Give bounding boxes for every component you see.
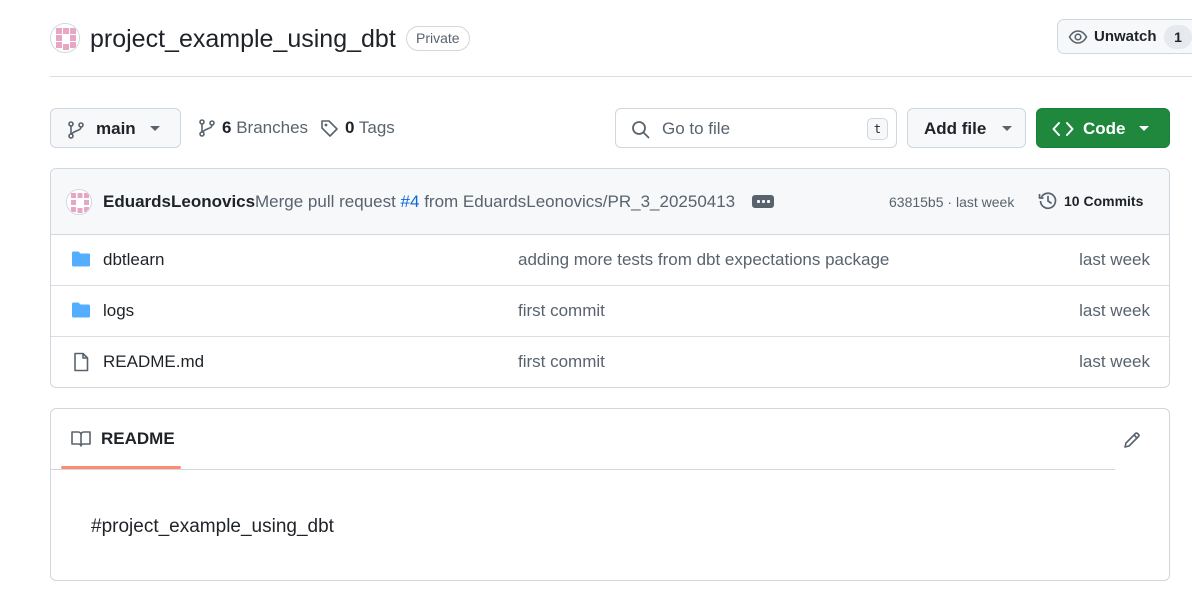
code-icon <box>1052 121 1074 137</box>
chevron-down-icon <box>1138 125 1150 133</box>
commit-author[interactable]: EduardsLeonovics <box>103 192 255 212</box>
tags-label: Tags <box>358 118 395 137</box>
readme-divider <box>51 469 1115 470</box>
code-label: Code <box>1083 119 1126 138</box>
repo-name[interactable]: project_example_using_dbt <box>90 23 396 55</box>
pull-request-link[interactable]: #4 <box>401 192 420 211</box>
pencil-icon[interactable] <box>1122 430 1142 450</box>
tags-link[interactable]: 0 Tags <box>320 118 395 138</box>
tags-count: 0 <box>345 118 355 137</box>
readme-tab-label: README <box>101 429 175 448</box>
eye-icon <box>1068 28 1088 46</box>
file-commit-time: last week <box>1079 301 1150 320</box>
file-name[interactable]: dbtlearn <box>103 250 164 270</box>
watch-count: 1 <box>1164 25 1192 49</box>
readme-panel: README #project_example_using_dbt <box>50 408 1170 581</box>
branch-name: main <box>96 119 136 138</box>
tag-icon <box>320 119 339 138</box>
readme-content: #project_example_using_dbt <box>91 516 334 537</box>
header-divider <box>50 76 1192 77</box>
file-icon <box>71 352 91 372</box>
branches-link[interactable]: 6 Branches <box>198 118 308 138</box>
file-commit-message[interactable]: first commit <box>518 352 605 372</box>
file-name[interactable]: README.md <box>103 352 204 372</box>
file-name[interactable]: logs <box>103 301 134 321</box>
add-file-label: Add file <box>924 119 987 138</box>
file-row[interactable]: dbtlearn adding more tests from dbt expe… <box>51 235 1169 286</box>
branch-select-button[interactable]: main <box>50 108 181 148</box>
chevron-down-icon <box>149 125 161 133</box>
file-table: EduardsLeonovics Merge pull request #4 f… <box>50 168 1170 388</box>
book-icon <box>71 430 91 448</box>
file-row[interactable]: README.md first commit last week <box>51 337 1169 387</box>
commits-count-label: 10 Commits <box>1064 193 1144 209</box>
commit-message-prefix: Merge pull request <box>255 192 396 211</box>
go-to-file-shortcut: t <box>867 118 888 140</box>
commit-message-suffix: from EduardsLeonovics/PR_3_20250413 <box>424 192 736 211</box>
history-icon <box>1038 191 1058 211</box>
branch-icon <box>67 121 85 139</box>
folder-icon <box>71 301 91 319</box>
commit-author-avatar[interactable] <box>66 189 92 215</box>
repo-owner-avatar[interactable] <box>50 23 80 53</box>
commit-sha: 63815b5 <box>889 194 944 210</box>
chevron-down-icon <box>1001 125 1013 133</box>
file-commit-time: last week <box>1079 250 1150 269</box>
file-commit-time: last week <box>1079 352 1150 371</box>
go-to-file-input[interactable]: Go to file <box>615 108 897 148</box>
commit-sha-and-time[interactable]: 63815b5 · last week <box>889 194 1014 210</box>
go-to-file-placeholder: Go to file <box>662 119 731 138</box>
commits-history-link[interactable]: 10 Commits <box>1038 191 1143 211</box>
tab-readme[interactable]: README <box>71 429 175 449</box>
folder-icon <box>71 250 91 268</box>
unwatch-label: Unwatch <box>1094 28 1157 45</box>
visibility-badge: Private <box>406 26 470 51</box>
add-file-button[interactable]: Add file <box>907 108 1026 148</box>
commit-message[interactable]: Merge pull request #4 from EduardsLeonov… <box>255 192 735 212</box>
branches-label: Branches <box>236 118 309 137</box>
branches-count: 6 <box>222 118 232 137</box>
commit-time: last week <box>955 194 1015 210</box>
file-commit-message[interactable]: first commit <box>518 301 605 321</box>
branch-icon <box>198 119 216 137</box>
latest-commit-bar: EduardsLeonovics Merge pull request #4 f… <box>51 169 1169 235</box>
search-icon <box>631 120 650 139</box>
code-button[interactable]: Code <box>1036 108 1170 148</box>
unwatch-button[interactable]: Unwatch 1 <box>1057 19 1192 54</box>
file-commit-message[interactable]: adding more tests from dbt expectations … <box>518 250 889 270</box>
expand-commit-message-button[interactable] <box>752 195 774 208</box>
file-row[interactable]: logs first commit last week <box>51 286 1169 337</box>
